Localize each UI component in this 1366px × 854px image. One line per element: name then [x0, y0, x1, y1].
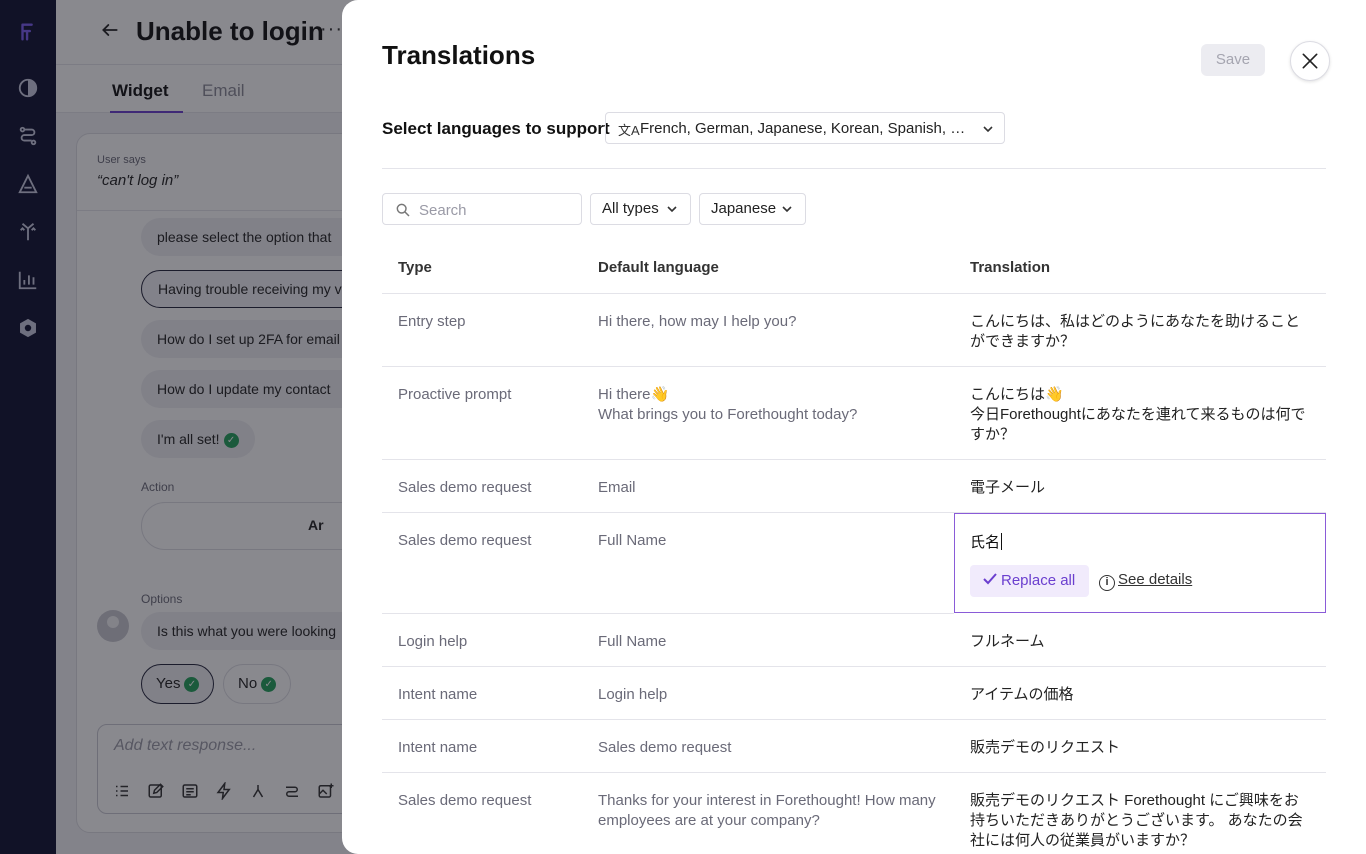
- table-row[interactable]: Intent name Sales demo request 販売デモのリクエス…: [382, 720, 1326, 773]
- search-icon: [396, 203, 410, 217]
- column-type: Type: [398, 259, 432, 276]
- replace-all-label: Replace all: [1001, 572, 1076, 589]
- type-filter-value: All types: [602, 200, 659, 217]
- row-default: Full Name: [598, 532, 667, 549]
- translations-drawer: Translations Save Select languages to su…: [342, 0, 1366, 854]
- row-translation[interactable]: 販売デモのリクエスト Forethought にご興味をお持ちいただきありがとう…: [970, 791, 1310, 851]
- table-row[interactable]: Proactive prompt Hi there👋 What brings y…: [382, 367, 1326, 460]
- row-translation[interactable]: 販売デモのリクエスト: [970, 738, 1310, 758]
- table-row[interactable]: Sales demo request Thanks for your inter…: [382, 773, 1326, 854]
- translation-text: 氏名: [970, 534, 1001, 551]
- row-translation[interactable]: こんにちは、私はどのようにあなたを助けることができますか？: [970, 312, 1310, 352]
- row-translation[interactable]: フルネーム: [970, 632, 1310, 652]
- divider: [382, 168, 1326, 169]
- replace-all-button[interactable]: Replace all: [970, 565, 1090, 597]
- row-default: Email: [598, 479, 636, 496]
- language-filter[interactable]: Japanese: [699, 193, 806, 225]
- column-default-language: Default language: [598, 259, 719, 276]
- table-header: Type Default language Translation: [382, 242, 1326, 294]
- close-icon: [1302, 53, 1318, 69]
- row-default: Hi there, how may I help you?: [598, 313, 797, 330]
- row-default: Login help: [598, 686, 668, 703]
- table-row[interactable]: Login help Full Name フルネーム: [382, 614, 1326, 667]
- see-details-link[interactable]: i See details: [1099, 571, 1192, 591]
- languages-select[interactable]: 文A French, German, Japanese, Korean, Spa…: [605, 112, 1005, 144]
- row-translation[interactable]: 電子メール: [970, 478, 1310, 498]
- language-filter-value: Japanese: [711, 200, 777, 217]
- drawer-title: Translations: [382, 40, 536, 70]
- translation-editor[interactable]: 氏名 Replace all i See details: [954, 513, 1326, 613]
- row-default: Thanks for your interest in Forethought!…: [598, 792, 936, 829]
- type-filter[interactable]: All types: [590, 193, 691, 225]
- check-icon: [983, 573, 997, 585]
- translation-input-value[interactable]: 氏名: [970, 531, 1003, 552]
- info-icon: i: [1099, 575, 1115, 591]
- row-default: Hi there👋 What brings you to Forethought…: [598, 386, 858, 423]
- languages-value: French, German, Japanese, Korean, Spanis…: [640, 120, 970, 137]
- table-row[interactable]: Entry step Hi there, how may I help you?…: [382, 294, 1326, 367]
- row-type: Sales demo request: [398, 479, 532, 496]
- table-row-editing[interactable]: Sales demo request Full Name 氏名 Replace …: [382, 513, 1326, 614]
- row-translation[interactable]: アイテムの価格: [970, 685, 1310, 705]
- row-type: Proactive prompt: [398, 386, 512, 403]
- row-type: Entry step: [398, 313, 466, 330]
- text-caret: [1001, 533, 1003, 550]
- translate-icon: 文A: [618, 123, 640, 138]
- row-type: Intent name: [398, 739, 478, 756]
- row-default: Full Name: [598, 633, 667, 650]
- see-details-label: See details: [1118, 571, 1193, 588]
- row-translation[interactable]: こんにちは👋 今日Forethoughtにあなたを連れて来るものは何ですか？: [970, 385, 1310, 445]
- row-type: Sales demo request: [398, 792, 532, 809]
- search-field[interactable]: [382, 193, 582, 225]
- chevron-down-icon: [983, 126, 993, 133]
- row-type: Intent name: [398, 686, 478, 703]
- chevron-down-icon: [782, 206, 792, 213]
- select-languages-label: Select languages to support: [382, 119, 610, 138]
- row-default: Sales demo request: [598, 739, 732, 756]
- row-type: Sales demo request: [398, 532, 532, 549]
- column-translation: Translation: [970, 259, 1051, 276]
- save-button[interactable]: Save: [1201, 44, 1265, 76]
- row-type: Login help: [398, 633, 468, 650]
- chevron-down-icon: [667, 206, 677, 213]
- close-button[interactable]: [1290, 41, 1330, 81]
- search-input[interactable]: [419, 199, 569, 221]
- table-row[interactable]: Intent name Login help アイテムの価格: [382, 667, 1326, 720]
- table-row[interactable]: Sales demo request Email 電子メール: [382, 460, 1326, 513]
